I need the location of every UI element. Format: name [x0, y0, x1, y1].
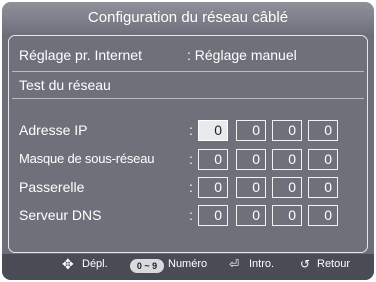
subnet-mask-label: Masque de sous-réseau — [19, 151, 155, 166]
subnet-mask-octet-4[interactable]: 0 — [308, 149, 338, 170]
gateway-label: Passerelle — [19, 179, 85, 195]
subnet-mask-octet-3[interactable]: 0 — [272, 149, 302, 170]
ip-address-octet-2[interactable]: 0 — [236, 120, 266, 141]
dns-server-octet-1[interactable]: 0 — [198, 205, 228, 226]
move-label: Dépl. — [82, 258, 108, 270]
ip-address-octet-3[interactable]: 0 — [272, 120, 302, 141]
gateway-octet-4[interactable]: 0 — [308, 177, 338, 198]
ip-address-octet-1[interactable]: 0 — [198, 120, 228, 141]
dns-server-octet-2[interactable]: 0 — [236, 205, 266, 226]
gateway-octet-3[interactable]: 0 — [272, 177, 302, 198]
move-arrows-icon: ✥ — [62, 256, 74, 272]
enter-icon: ⏎ — [229, 257, 240, 271]
gateway-octet-2[interactable]: 0 — [236, 177, 266, 198]
internet-setting-label[interactable]: Réglage pr. Internet — [19, 47, 142, 63]
number-label: Numéro — [168, 258, 208, 270]
divider — [12, 71, 364, 72]
dns-server-octet-3[interactable]: 0 — [272, 205, 302, 226]
dns-server-octet-4[interactable]: 0 — [308, 205, 338, 226]
divider — [12, 98, 364, 99]
ip-address-label: Adresse IP — [19, 122, 88, 138]
enter-label: Intro. — [249, 258, 275, 270]
gateway-octet-1[interactable]: 0 — [198, 177, 228, 198]
window-title: Configuration du réseau câblé — [2, 2, 374, 34]
subnet-mask-octet-2[interactable]: 0 — [236, 149, 266, 170]
internet-setting-value[interactable]: : Réglage manuel — [187, 47, 297, 63]
osd-window: Configuration du réseau câblé Réglage pr… — [2, 2, 374, 280]
return-icon: ↺ — [300, 257, 311, 271]
return-label: Retour — [317, 258, 351, 270]
subnet-mask-octet-1[interactable]: 0 — [198, 149, 228, 170]
dns-server-label: Serveur DNS — [19, 207, 102, 223]
number-badge: 0 ~ 9 — [130, 259, 164, 273]
ip-address-octet-4[interactable]: 0 — [308, 120, 338, 141]
network-test-label[interactable]: Test du réseau — [19, 77, 111, 93]
